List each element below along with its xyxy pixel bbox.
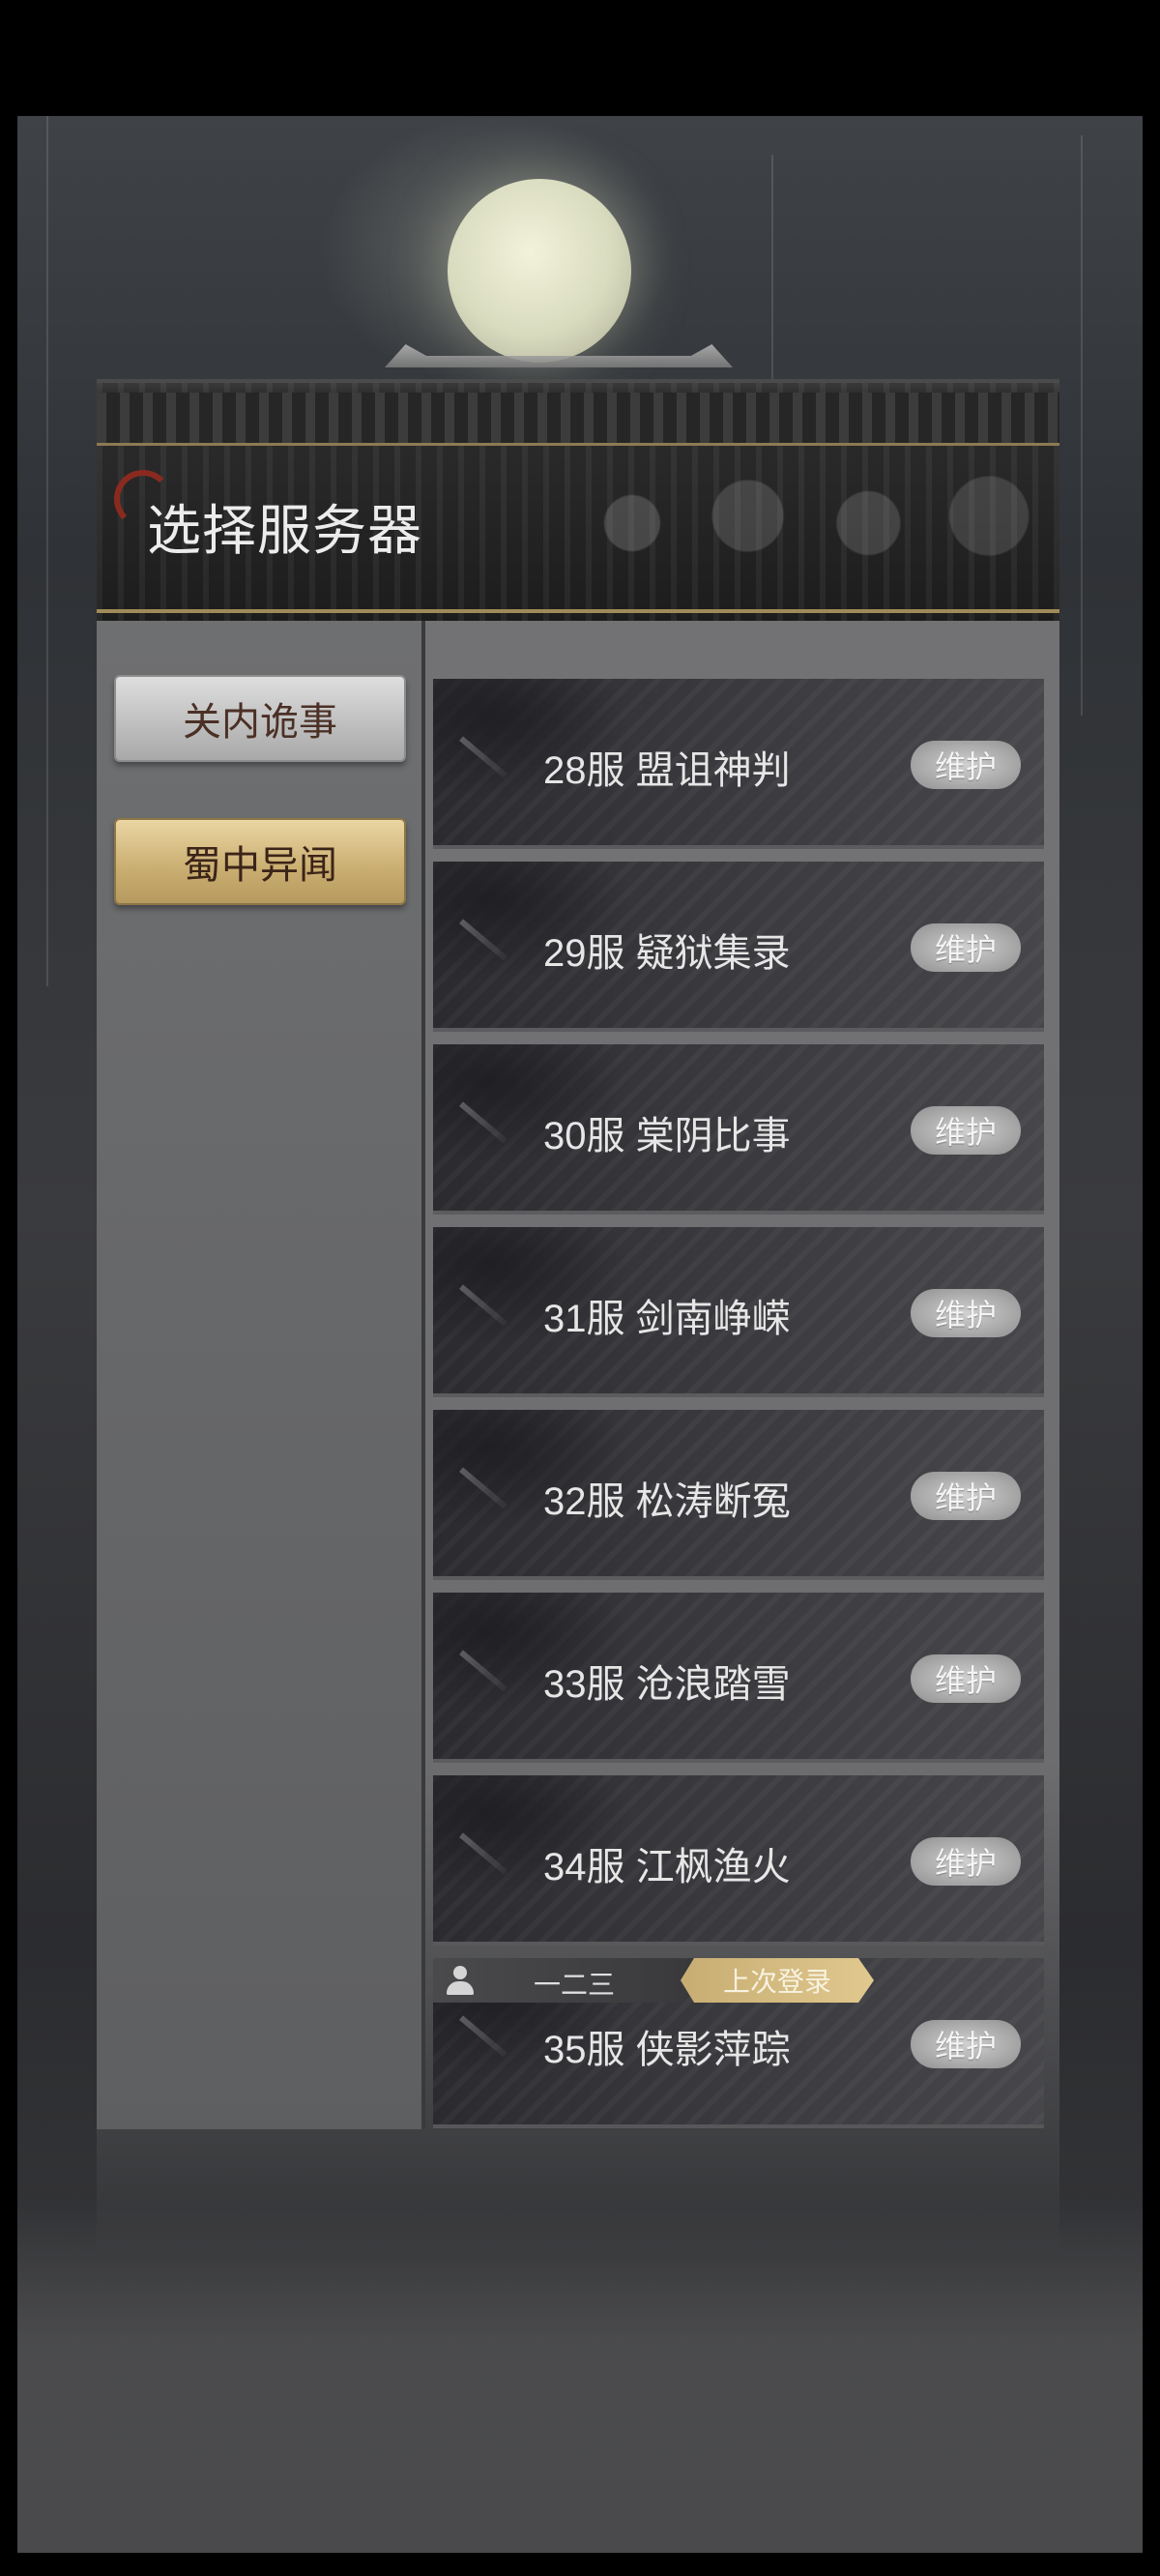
sword-icon [459, 1467, 508, 1509]
cloud-pattern [557, 451, 1059, 596]
server-name: 32服 松涛断冤 [543, 1480, 791, 1523]
status-badge: 维护 [911, 2020, 1021, 2068]
status-badge: 维护 [911, 1289, 1021, 1337]
status-badge: 维护 [911, 1654, 1021, 1703]
status-badge: 维护 [911, 1837, 1021, 1886]
ground-decoration [17, 2205, 1143, 2553]
dialog-body: 关内诡事 蜀中异闻 28服 盟诅神判 维护 29服 疑狱集录 维护 30服 棠阴… [97, 621, 1059, 2255]
sword-icon [459, 736, 508, 778]
rain-streak [771, 155, 773, 406]
server-row[interactable]: 30服 棠阴比事 维护 [433, 1044, 1044, 1211]
sword-icon [459, 2015, 508, 2058]
last-login-tag: 上次登录 [681, 1958, 874, 2003]
server-name: 30服 棠阴比事 [543, 1115, 791, 1157]
status-badge: 维护 [911, 1106, 1021, 1155]
sword-icon [459, 1650, 508, 1692]
category-sidebar: 关内诡事 蜀中异闻 [97, 621, 425, 2129]
user-chip: 一二三 [433, 1958, 684, 2003]
sword-icon [459, 1284, 508, 1327]
server-name: 33服 沧浪踏雪 [543, 1663, 791, 1706]
rain-streak [46, 116, 48, 986]
server-name: 35服 侠影萍踪 [543, 2029, 791, 2071]
category-tab-guannei[interactable]: 关内诡事 [114, 675, 406, 762]
header-divider [97, 609, 1059, 613]
status-badge: 维护 [911, 741, 1021, 789]
category-tab-shuzhong[interactable]: 蜀中异闻 [114, 818, 406, 905]
status-badge: 维护 [911, 923, 1021, 972]
server-name: 31服 剑南峥嵘 [543, 1298, 791, 1340]
server-row[interactable]: 一二三 上次登录 35服 侠影萍踪 维护 [433, 1958, 1044, 2124]
server-row[interactable]: 33服 沧浪踏雪 维护 [433, 1593, 1044, 1759]
dialog-header: 选择服务器 [97, 379, 1059, 625]
sword-icon [459, 1832, 508, 1875]
rain-streak [1081, 135, 1083, 716]
server-row[interactable]: 34服 江枫渔火 维护 [433, 1775, 1044, 1942]
moon-decoration [448, 179, 631, 363]
last-login-strip: 一二三 上次登录 [433, 1958, 878, 2003]
user-icon [447, 1966, 474, 1995]
server-row[interactable]: 32服 松涛断冤 维护 [433, 1410, 1044, 1576]
server-select-dialog: 选择服务器 关内诡事 蜀中异闻 28服 盟诅神判 维护 29服 疑狱集录 维护 … [97, 379, 1059, 2255]
server-row[interactable]: 31服 剑南峥嵘 维护 [433, 1227, 1044, 1393]
server-row[interactable]: 28服 盟诅神判 维护 [433, 679, 1044, 845]
header-ornament-band [97, 393, 1059, 446]
sword-icon [459, 1101, 508, 1144]
server-row[interactable]: 29服 疑狱集录 维护 [433, 862, 1044, 1028]
server-name: 29服 疑狱集录 [543, 932, 791, 975]
server-name: 34服 江枫渔火 [543, 1846, 791, 1888]
sword-icon [459, 919, 508, 961]
username-label: 一二三 [534, 1970, 616, 2000]
server-name: 28服 盟诅神判 [543, 749, 791, 792]
status-badge: 维护 [911, 1472, 1021, 1520]
dialog-title: 选择服务器 [147, 500, 422, 561]
